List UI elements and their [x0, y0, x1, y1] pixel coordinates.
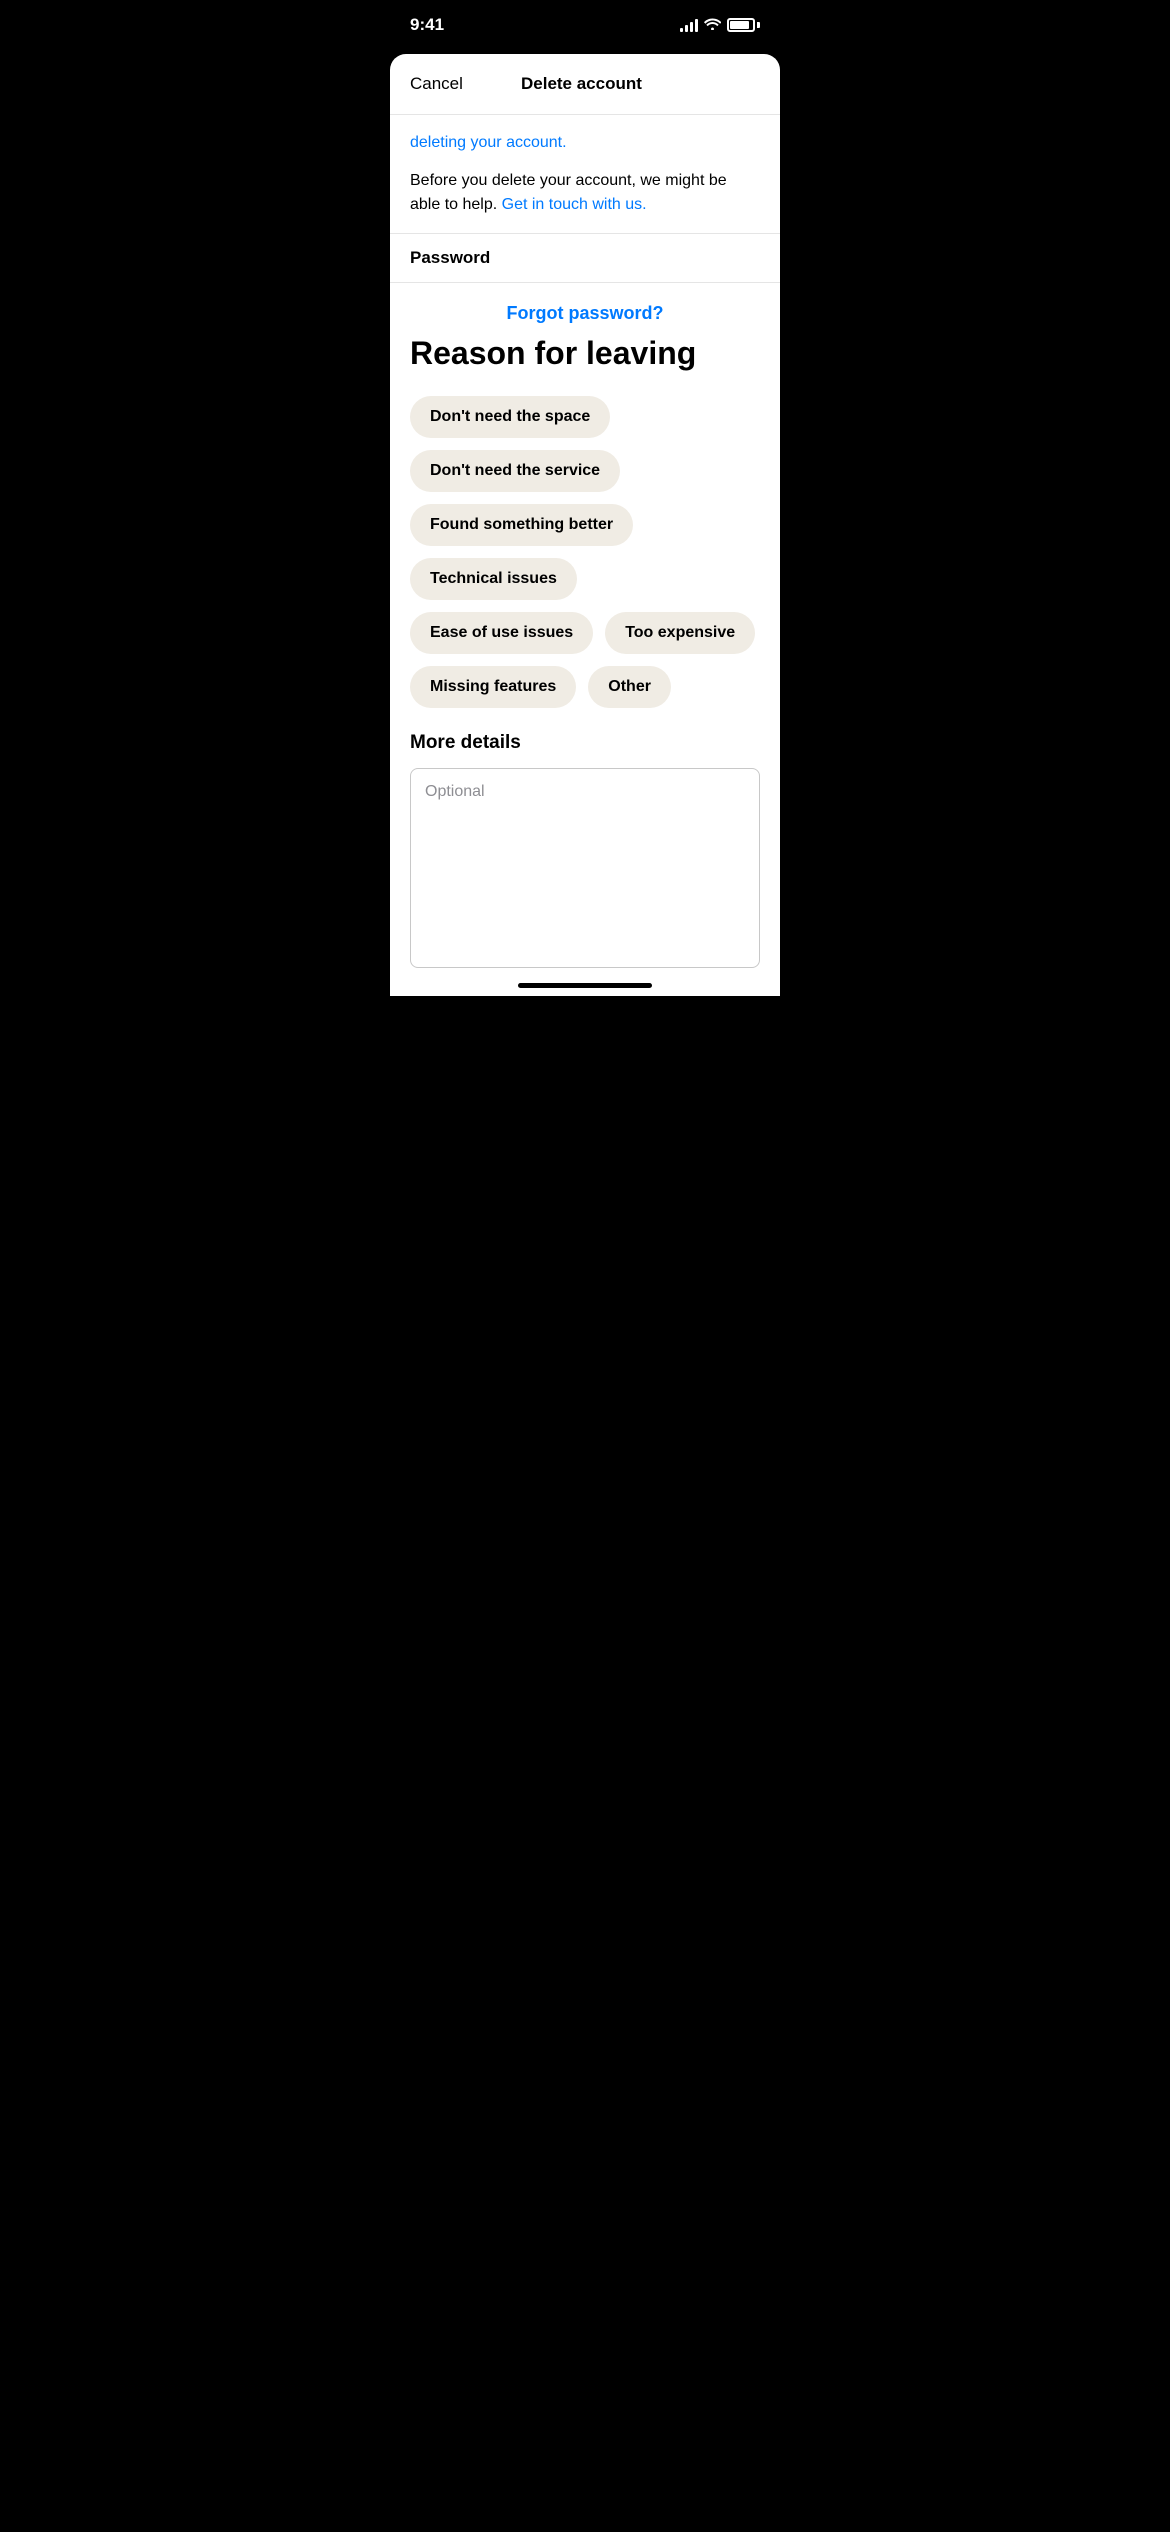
- details-textarea[interactable]: [410, 768, 760, 968]
- info-text: Before you delete your account, we might…: [410, 169, 760, 217]
- signal-icon: [680, 18, 698, 32]
- status-time: 9:41: [410, 15, 444, 35]
- modal-body: deleting your account. Before you delete…: [390, 115, 780, 233]
- modal-title: Delete account: [521, 74, 642, 94]
- more-details-section: More details: [390, 732, 780, 973]
- forgot-password-link[interactable]: Forgot password?: [507, 303, 664, 323]
- tag-other[interactable]: Other: [588, 666, 671, 708]
- tag-too-expensive[interactable]: Too expensive: [605, 612, 755, 654]
- reason-section: Reason for leaving Don't need the space …: [390, 334, 780, 708]
- password-label: Password: [410, 248, 490, 267]
- tag-ease-of-use[interactable]: Ease of use issues: [410, 612, 593, 654]
- tag-no-service[interactable]: Don't need the service: [410, 450, 620, 492]
- tags-container: Don't need the space Don't need the serv…: [410, 396, 760, 708]
- battery-icon: [727, 18, 760, 32]
- home-indicator: [390, 973, 780, 996]
- phone-frame: 9:41: [390, 0, 780, 996]
- modal-container: Cancel Delete account deleting your acco…: [390, 54, 780, 996]
- deleting-account-link[interactable]: deleting your account.: [410, 134, 567, 151]
- cancel-button[interactable]: Cancel: [410, 70, 463, 98]
- tag-technical[interactable]: Technical issues: [410, 558, 577, 600]
- tag-no-space[interactable]: Don't need the space: [410, 396, 610, 438]
- tag-missing-features[interactable]: Missing features: [410, 666, 576, 708]
- password-row: Password: [390, 233, 780, 283]
- more-details-label: More details: [410, 732, 760, 754]
- reason-title: Reason for leaving: [410, 334, 760, 372]
- forgot-password-container: Forgot password?: [390, 283, 780, 334]
- tag-found-better[interactable]: Found something better: [410, 504, 633, 546]
- status-icons: [680, 17, 760, 33]
- get-in-touch-link[interactable]: Get in touch with us.: [502, 196, 647, 213]
- wifi-icon: [704, 17, 721, 33]
- modal-header: Cancel Delete account: [390, 54, 780, 115]
- home-bar: [518, 983, 652, 988]
- status-bar: 9:41: [390, 0, 780, 50]
